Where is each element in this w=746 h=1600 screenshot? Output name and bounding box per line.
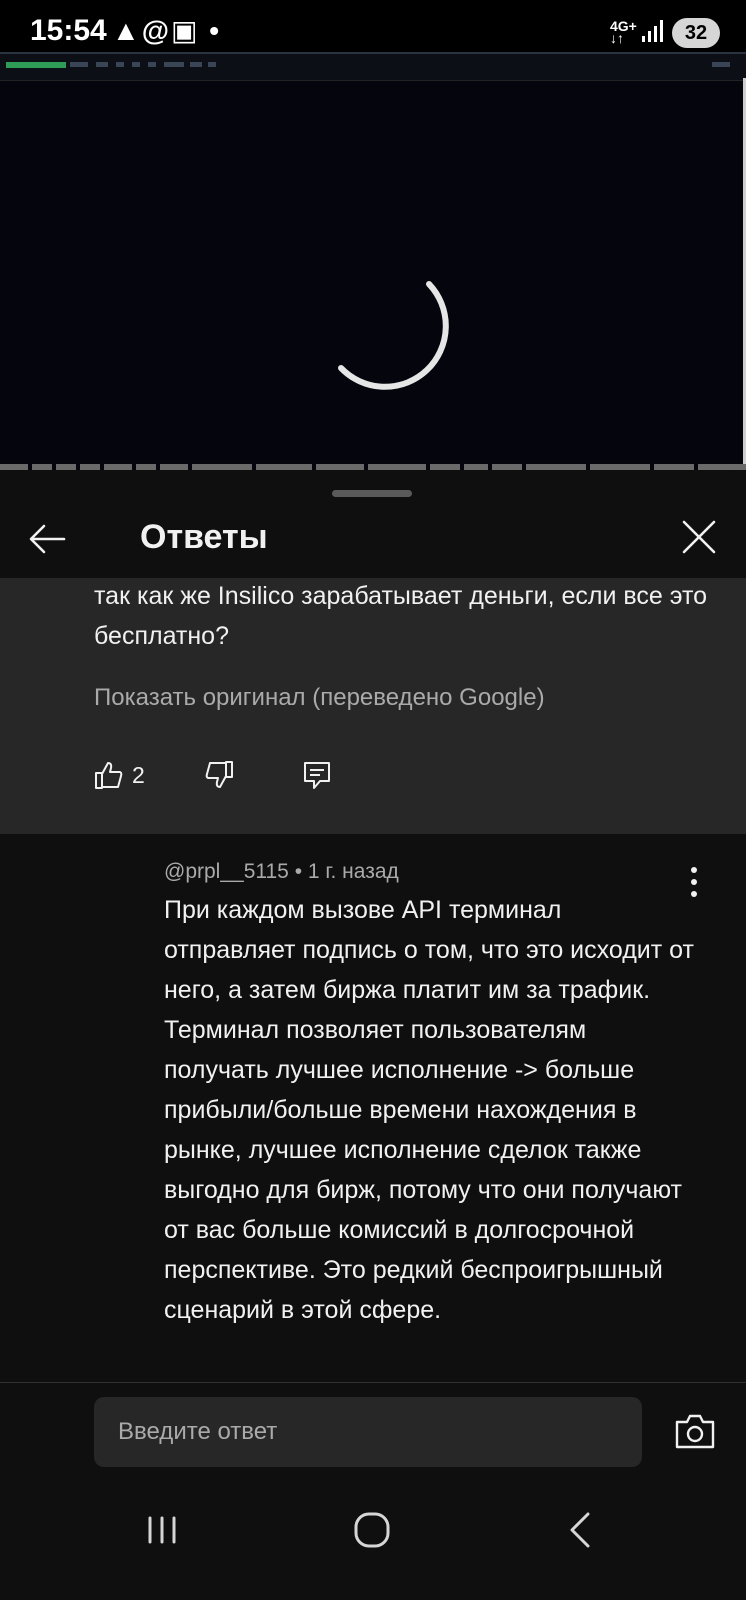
camera-icon (675, 1414, 715, 1449)
reply-input-bar (0, 1382, 746, 1485)
recent-apps-button[interactable] (144, 1512, 180, 1548)
dislike-button[interactable] (204, 760, 234, 790)
signal-icon (642, 20, 663, 42)
sheet-title: Ответы (140, 518, 268, 556)
reply-input[interactable] (94, 1397, 642, 1467)
reply-comment: @prpl__5115 • 1 г. назад При каждом вызо… (0, 834, 746, 1379)
reply-comment-text: При каждом вызове API терминал отправляе… (164, 896, 694, 1324)
loading-spinner-icon (338, 281, 449, 390)
parent-comment-text: так как же Insilico зарабатывает деньги,… (94, 582, 708, 650)
video-frame-logo (6, 62, 66, 68)
arrow-left-icon (29, 524, 66, 554)
like-count: 2 (132, 762, 145, 788)
parent-comment: так как же Insilico зарабатывает деньги,… (0, 578, 746, 834)
sheet-drag-handle[interactable] (332, 490, 412, 497)
video-player[interactable] (0, 52, 746, 470)
close-button[interactable] (676, 514, 722, 560)
meta-separator: • (288, 860, 308, 883)
status-time: 15:54 (30, 14, 107, 47)
system-back-button[interactable] (566, 1510, 596, 1550)
network-type-indicator: 4G+ ↓↑ (610, 19, 637, 45)
reply-meta: @prpl__5115 • 1 г. назад (164, 860, 399, 884)
home-button[interactable] (352, 1510, 392, 1550)
recent-apps-icon (148, 1516, 176, 1544)
chevron-left-icon (570, 1512, 590, 1548)
back-button[interactable] (26, 516, 72, 562)
camera-button[interactable] (674, 1411, 716, 1453)
close-icon (682, 520, 716, 554)
video-frame-toolbar (0, 52, 746, 81)
reply-author[interactable]: @prpl__5115 (164, 860, 289, 883)
thumbs-down-icon (205, 761, 233, 788)
thumbs-up-icon (95, 762, 123, 789)
comment-icon (304, 762, 330, 789)
home-icon (354, 1512, 390, 1548)
battery-indicator: 32 (672, 18, 720, 48)
show-original-link[interactable]: Показать оригинал (переведено Google) (94, 684, 545, 712)
sheet-header: Ответы (0, 498, 746, 578)
notification-icons: ▲@▣ • (112, 15, 222, 46)
system-navigation-bar (0, 1484, 746, 1600)
reply-button[interactable] (302, 760, 332, 790)
like-button[interactable] (94, 760, 124, 790)
reply-time: 1 г. назад (307, 860, 399, 883)
